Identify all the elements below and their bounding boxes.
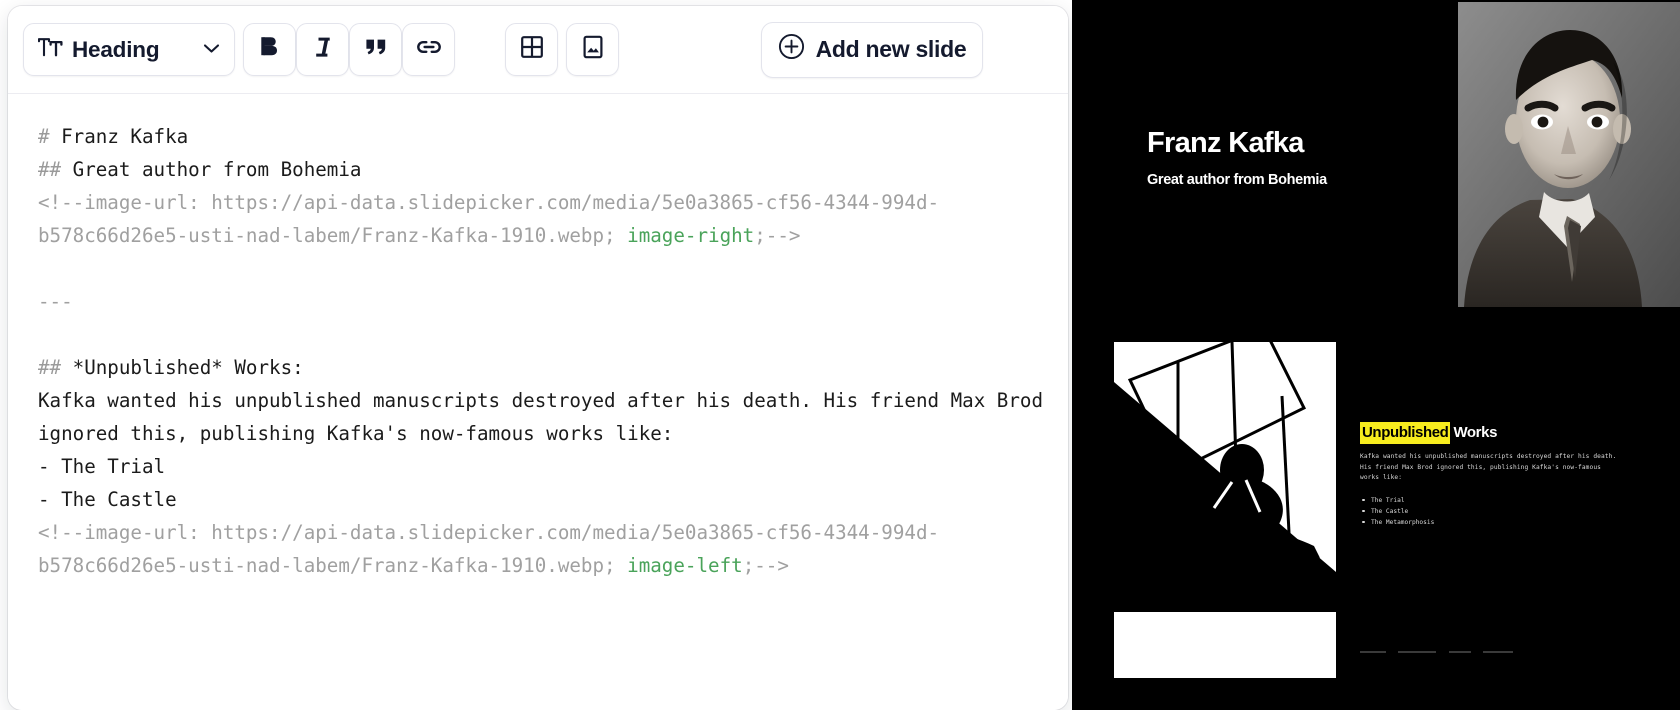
- plus-circle-icon: [778, 33, 805, 66]
- markdown-line: ## *Unpublished* Works:: [38, 351, 1044, 384]
- slide-2-paragraph: Kafka wanted his unpublished manuscripts…: [1360, 453, 1617, 481]
- markdown-line: Kafka wanted his unpublished manuscripts…: [38, 384, 1044, 450]
- image-button[interactable]: [566, 23, 619, 76]
- markdown-comment-suffix: ;-->: [754, 224, 801, 247]
- slide-2-bullet-item: The Trial: [1360, 495, 1642, 506]
- markdown-heading-text: *Unpublished* Works:: [72, 356, 304, 379]
- markdown-line: <!--image-url: https://api-data.slidepic…: [38, 186, 1044, 252]
- peek-line: [1483, 651, 1514, 653]
- text-size-icon: [37, 37, 63, 63]
- toolbar-gap: [558, 49, 566, 50]
- markdown-body-text: - The Castle: [38, 488, 177, 511]
- markdown-line: # Franz Kafka: [38, 120, 1044, 153]
- app-root: Heading Add new slide # Franz Kafka ## G…: [0, 0, 1680, 710]
- kafka-drawing-image: [1114, 342, 1336, 602]
- markdown-blank-line: [38, 318, 1044, 351]
- markdown-line: ---: [38, 285, 1044, 318]
- link-button[interactable]: [402, 23, 455, 76]
- peek-line: [1398, 651, 1437, 653]
- peek-text-lines: [1360, 640, 1521, 658]
- markdown-line: ## Great author from Bohemia: [38, 153, 1044, 186]
- markdown-source[interactable]: # Franz Kafka ## Great author from Bohemi…: [38, 120, 1044, 582]
- editor-toolbar: Heading Add new slide: [8, 6, 1068, 94]
- markdown-horizontal-rule: ---: [38, 290, 73, 313]
- kafka-portrait-image: [1458, 2, 1680, 307]
- markdown-image-position-token: image-left: [627, 554, 743, 577]
- quote-button[interactable]: [349, 23, 402, 76]
- italic-button[interactable]: [296, 23, 349, 76]
- peek-image-placeholder: [1114, 612, 1336, 678]
- markdown-body-text: Kafka wanted his unpublished manuscripts…: [38, 389, 1055, 445]
- table-icon: [520, 35, 544, 64]
- markdown-heading-marker: ##: [38, 158, 73, 181]
- markdown-heading-marker: ##: [38, 356, 73, 379]
- markdown-line: - The Castle: [38, 483, 1044, 516]
- slide-1-title: Franz Kafka: [1147, 127, 1304, 159]
- peek-line: [1360, 651, 1386, 653]
- slide-1-subtitle: Great author from Bohemia: [1147, 172, 1327, 189]
- peek-line: [1448, 651, 1471, 653]
- slide-2-bullet-item: The Castle: [1360, 506, 1642, 517]
- heading-dropdown[interactable]: Heading: [23, 23, 235, 76]
- slide-2-heading: Unpublished Works: [1360, 422, 1642, 444]
- slide-2-bullet-list: The Trial The Castle The Metamorphosis: [1360, 495, 1642, 528]
- slide-preview-3-peek[interactable]: [1072, 612, 1680, 710]
- markdown-image-position-token: image-right: [627, 224, 755, 247]
- markdown-line: - The Trial: [38, 450, 1044, 483]
- table-button[interactable]: [505, 23, 558, 76]
- markdown-heading-text: Great author from Bohemia: [72, 158, 362, 181]
- add-new-slide-button[interactable]: Add new slide: [761, 21, 983, 78]
- markdown-blank-line: [38, 252, 1044, 285]
- slide-2-bullet-item: The Metamorphosis: [1360, 517, 1642, 528]
- editor-card: Heading Add new slide # Franz Kafka ## G…: [8, 6, 1068, 710]
- markdown-heading-text: Franz Kafka: [61, 125, 189, 148]
- slide-1-text-block: Franz Kafka Great author from Bohemia: [1147, 127, 1437, 189]
- toolbar-gap: [455, 49, 505, 50]
- markdown-line: <!--image-url: https://api-data.slidepic…: [38, 516, 1044, 582]
- bold-button[interactable]: [243, 23, 296, 76]
- markdown-body-text: - The Trial: [38, 455, 166, 478]
- toolbar-gap: [235, 49, 243, 50]
- markdown-comment-suffix: ;-->: [742, 554, 789, 577]
- slide-2-heading-rest: Works: [1453, 424, 1498, 441]
- markdown-editor-area[interactable]: # Franz Kafka ## Great author from Bohemi…: [8, 94, 1068, 710]
- image-icon: [583, 35, 603, 64]
- markdown-heading-marker: #: [38, 125, 62, 148]
- quote-icon: [364, 37, 388, 62]
- slide-preview-1[interactable]: Franz Kafka Great author from Bohemia: [1072, 0, 1680, 330]
- heading-dropdown-label: Heading: [72, 36, 160, 62]
- slide-preview-pane[interactable]: Franz Kafka Great author from Bohemia Un…: [1072, 0, 1680, 710]
- add-new-slide-label: Add new slide: [815, 36, 967, 62]
- slide-2-heading-highlight: Unpublished: [1360, 422, 1451, 444]
- markdown-comment-prefix: <!--image-url: https://api-data.slidepic…: [38, 521, 940, 577]
- markdown-comment-prefix: <!--image-url: https://api-data.slidepic…: [38, 191, 940, 247]
- editor-pane: Heading Add new slide # Franz Kafka ## G…: [0, 0, 1072, 710]
- slide-2-text-block: Unpublished Works Kafka wanted his unpubl…: [1360, 422, 1642, 528]
- bold-icon: [259, 35, 280, 64]
- link-icon: [416, 39, 442, 60]
- chevron-down-icon: [203, 41, 220, 59]
- italic-icon: [313, 35, 333, 64]
